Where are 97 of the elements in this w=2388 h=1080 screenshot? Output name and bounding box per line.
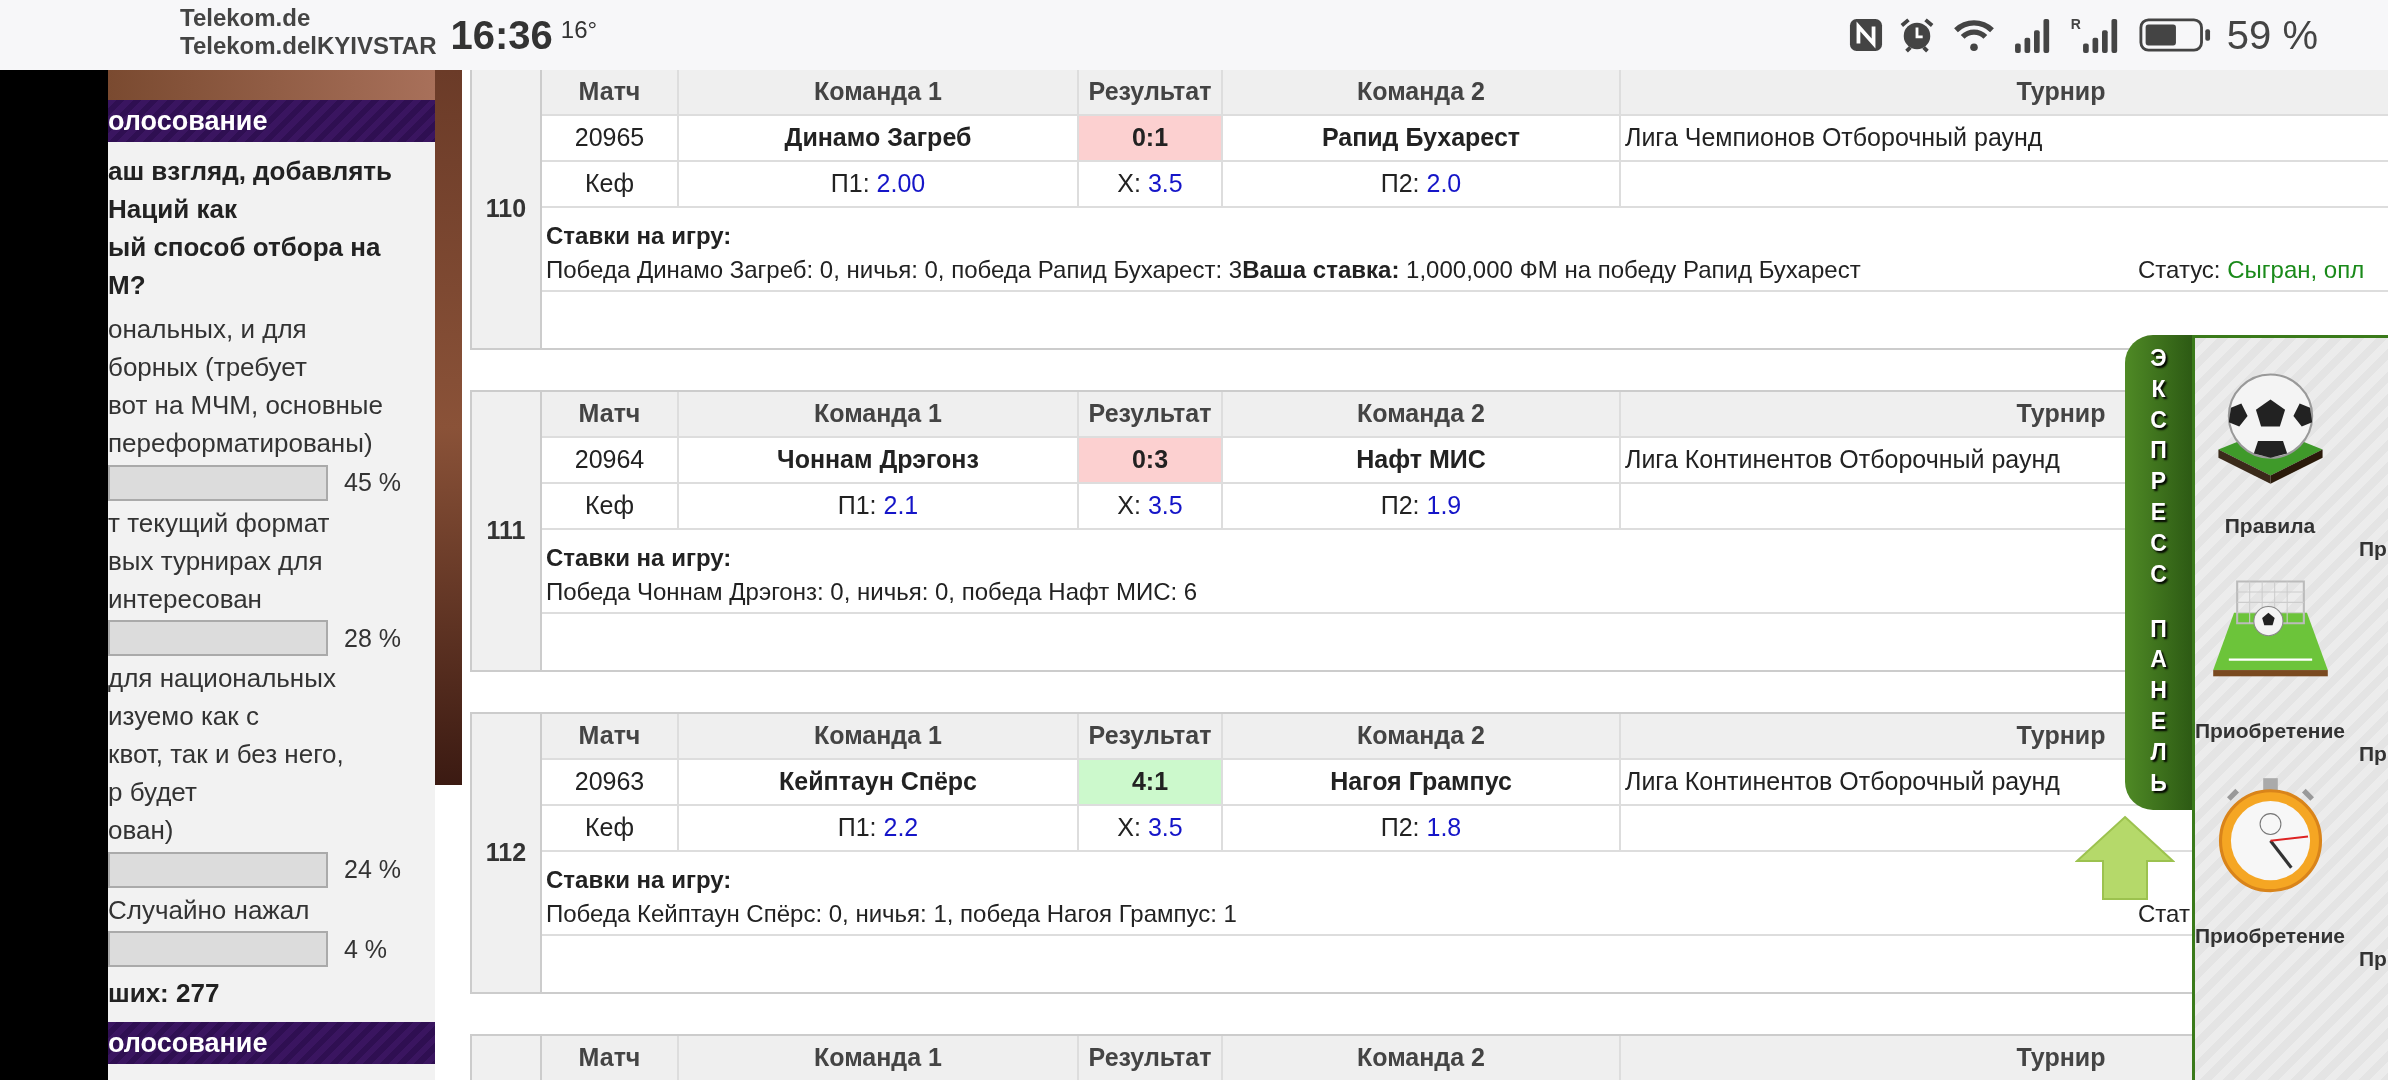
panel-item-label[interactable]: Правила xyxy=(2224,510,2316,542)
odds-label-cell: Кеф xyxy=(542,484,679,530)
poll-option-text: переформатированы) xyxy=(108,427,374,460)
carrier-name: Telekom.de xyxy=(180,4,312,32)
match-number-cell: 111 xyxy=(472,392,542,670)
column-header: Команда 2 xyxy=(1223,392,1621,438)
bets-summary: Победа Динамо Загреб: 0, ничья: 0, победа Рапид Бухарест: 3Ваша ставка: 1,000,000 ФМ на победу Рапид Бухарест xyxy=(546,256,1861,283)
nfc-icon xyxy=(1848,18,1883,52)
panel-item-label[interactable]: Пр xyxy=(2359,737,2387,769)
tournament-cell: Лига Чемпионов Отборочный раунд xyxy=(1621,116,2388,162)
panel-item-label[interactable]: Приобретение xyxy=(2195,920,2346,952)
team-name-cell: Нагоя Грампус xyxy=(1223,760,1621,806)
battery-percent: 59 % xyxy=(2226,12,2318,59)
odds-cell: П2: 2.0 xyxy=(1223,162,1621,208)
odds-cell: Х: 3.5 xyxy=(1079,162,1223,208)
column-header: Команда 1 xyxy=(679,70,1079,116)
odds-cell: П2: 1.8 xyxy=(1223,806,1621,852)
express-panel-tab[interactable]: ЭКСПРЕСС ПАНЕЛЬ xyxy=(2125,335,2192,810)
poll-question-line: ый способ отбора на xyxy=(108,231,382,264)
match-id-cell: 20964 xyxy=(542,438,679,484)
column-header: Команда 1 xyxy=(679,392,1079,438)
team-name-cell: Чоннам Дрэгонз xyxy=(679,438,1079,484)
poll-option-text: вых турнирах для xyxy=(108,544,324,578)
poll-option-text: для национальных xyxy=(108,662,337,695)
match-id-cell: 20965 xyxy=(542,116,679,162)
odds-cell: Х: 3.5 xyxy=(1079,806,1223,852)
panel-item-label[interactable]: Пр xyxy=(2359,942,2387,974)
column-header: Матч xyxy=(542,714,679,760)
column-header: Команда 2 xyxy=(1223,1036,1621,1080)
column-header: Матч xyxy=(542,1036,679,1080)
poll-percent: 24 % xyxy=(344,854,401,885)
team-name-cell: Рапид Бухарест xyxy=(1223,116,1621,162)
poll-option-text: т текущий формат xyxy=(108,506,331,540)
match-id-cell: 20963 xyxy=(542,760,679,806)
poll-percent: 4 % xyxy=(344,933,388,965)
odds-cell: П2: 1.9 xyxy=(1223,484,1621,530)
column-header: Результат xyxy=(1079,392,1223,438)
bets-summary: Победа Кейптаун Спёрс: 0, ничья: 1, победа Нагоя Грампус: 1 xyxy=(546,900,1237,927)
odds-label-cell: Кеф xyxy=(542,162,679,208)
poll-question-line: М? xyxy=(108,269,147,302)
bets-title: Ставки на игру: xyxy=(546,222,732,249)
column-header: Результат xyxy=(1079,70,1223,116)
alarm-icon xyxy=(1898,17,1935,53)
bet-status: Стат xyxy=(2138,899,2190,929)
poll-question-line: Наций как xyxy=(108,193,238,226)
roaming-mark: R xyxy=(2070,17,2081,31)
panel-item-label[interactable]: Пр xyxy=(2359,532,2387,564)
soccer-goal-icon xyxy=(2212,580,2328,677)
poll-question-line: аш взгляд, добавлять xyxy=(108,155,394,188)
column-header: Матч xyxy=(542,392,679,438)
team-name-cell: Динамо Загреб xyxy=(679,116,1079,162)
stopwatch-icon xyxy=(2218,778,2322,893)
poll-header: олосование xyxy=(108,100,435,142)
bets-title: Ставки на игру: xyxy=(546,544,732,571)
result-cell: 4:1 xyxy=(1079,760,1223,806)
result-cell: 0:1 xyxy=(1079,116,1223,162)
odds-label-cell: Кеф xyxy=(542,806,679,852)
poll-option-text: интересован xyxy=(108,582,263,616)
team-name-cell: Кейптаун Спёрс xyxy=(679,760,1079,806)
poll-percent: 45 % xyxy=(344,467,401,498)
soccer-ball-on-grass-icon xyxy=(2217,373,2323,484)
poll-option-text: ован) xyxy=(108,814,175,847)
temperature-text: 16° xyxy=(560,15,598,45)
clock-time: 16:36 xyxy=(450,12,553,59)
poll-total-votes: ших: 277 xyxy=(108,977,221,1010)
bets-summary: Победа Чоннам Дрэгонз: 0, ничья: 0, победа Нафт МИС: 6 xyxy=(546,578,1198,605)
column-header: Команда 1 xyxy=(679,1036,1079,1080)
panel-item-label[interactable]: Приобретение xyxy=(2195,715,2346,747)
poll-option-text: вот на МЧМ, основные xyxy=(108,389,384,422)
result-cell: 0:3 xyxy=(1079,438,1223,484)
poll-option-text: квот, так и без него, xyxy=(108,738,345,771)
poll-option-text: изуемо как с xyxy=(108,700,260,733)
poll-option-text: борных (требует xyxy=(108,351,308,384)
poll-option-text: Случайно нажал xyxy=(108,893,311,927)
column-header: Результат xyxy=(1079,1036,1223,1080)
odds-cell: Х: 3.5 xyxy=(1079,484,1223,530)
poll-percent: 28 % xyxy=(344,622,401,654)
column-header: Команда 2 xyxy=(1223,70,1621,116)
carrier-name: Telekom.delKYIVSTAR xyxy=(180,32,437,60)
column-header: Матч xyxy=(542,70,679,116)
battery-icon xyxy=(2138,17,2211,53)
poll-option-text: ональных, и для xyxy=(108,313,308,346)
poll-option-text: р будет xyxy=(108,776,198,809)
bet-status: Статус: Сыгран, опл xyxy=(2138,255,2365,285)
column-header: Результат xyxy=(1079,714,1223,760)
up-arrow-icon xyxy=(2075,815,2175,900)
poll-header: олосование xyxy=(108,1022,435,1064)
match-number-cell: 112 xyxy=(472,714,542,992)
column-header: Команда 2 xyxy=(1223,714,1621,760)
column-header: Турнир xyxy=(1621,70,2388,116)
team-name-cell: Нафт МИС xyxy=(1223,438,1621,484)
odds-cell: П1: 2.1 xyxy=(679,484,1079,530)
bets-title: Ставки на игру: xyxy=(546,866,732,893)
column-header: Команда 1 xyxy=(679,714,1079,760)
odds-cell: П1: 2.00 xyxy=(679,162,1079,208)
match-number-cell: 110 xyxy=(472,70,542,348)
odds-cell: П1: 2.2 xyxy=(679,806,1079,852)
